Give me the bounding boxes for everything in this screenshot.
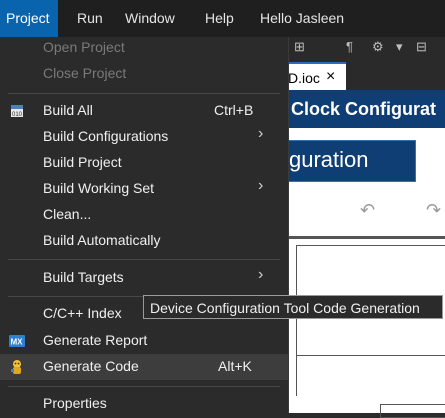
configuration-banner-text: guration — [289, 147, 369, 172]
menu-separator — [8, 386, 280, 387]
menu-separator — [8, 93, 280, 94]
menu-item-label: Properties — [43, 395, 107, 411]
tab-label: D.ioc — [288, 70, 320, 86]
undo-icon[interactable]: ↶ — [360, 200, 375, 221]
menu-item-build-working-set[interactable]: Build Working Set › — [0, 176, 288, 202]
diagram-connector — [296, 355, 445, 356]
svg-text:MX: MX — [11, 338, 24, 347]
editor-toolbar: ⊞ ¶ ⚙ ▾ ⊟ — [288, 34, 445, 58]
menu-item-label: Build Working Set — [43, 180, 155, 196]
menu-item-label: Open Project — [43, 39, 125, 55]
mx-report-icon: MX — [9, 333, 25, 349]
tooltip: Device Configuration Tool Code Generatio… — [143, 295, 443, 319]
menu-window[interactable]: Window — [125, 0, 175, 37]
diagram-block-lower — [380, 404, 445, 418]
redo-icon[interactable]: ↷ — [426, 200, 441, 221]
menu-run[interactable]: Run — [77, 0, 103, 37]
close-icon[interactable]: × — [326, 68, 335, 86]
menu-item-shortcut: Alt+K — [218, 358, 252, 374]
menu-item-close-project[interactable]: Close Project — [0, 61, 288, 87]
toolbar-grid-icon[interactable]: ⊞ — [294, 39, 305, 55]
undo-redo-row: ↶ ↷ — [288, 192, 445, 232]
menu-item-label: Close Project — [43, 65, 127, 81]
clock-configuration-title: Clock Configurat — [291, 99, 437, 119]
toolbar-gear-icon[interactable]: ⚙ — [372, 39, 384, 55]
menu-item-label: Build Configurations — [43, 128, 169, 144]
clock-configuration-header: Clock Configurat — [288, 90, 445, 128]
menu-item-label: Build All — [43, 102, 93, 118]
svg-text:010: 010 — [12, 112, 23, 118]
canvas-divider — [288, 236, 445, 239]
build-all-icon: 010 — [9, 103, 25, 119]
menu-item-build-targets[interactable]: Build Targets › — [0, 265, 288, 291]
menu-item-label: Generate Code — [43, 358, 139, 374]
menu-item-build-all[interactable]: 010 Build All Ctrl+B — [0, 98, 288, 124]
menu-item-clean[interactable]: Clean... — [0, 202, 288, 228]
configuration-banner: guration — [288, 140, 416, 182]
menu-project[interactable]: Project — [0, 0, 58, 37]
chevron-right-icon: › — [258, 125, 264, 142]
menu-separator — [8, 259, 280, 260]
toolbar-pilcrow-icon[interactable]: ¶ — [346, 39, 353, 54]
generate-code-icon — [9, 359, 25, 375]
user-greeting: Hello Jasleen — [260, 10, 345, 26]
menu-item-label: Build Project — [43, 154, 122, 170]
diagram-block — [296, 245, 445, 396]
menubar: Project Run Window Help Hello Jasleen — [0, 0, 445, 37]
menu-item-label: Build Targets — [43, 269, 124, 285]
project-menu-dropdown: Open Project Close Project 010 Build All… — [0, 37, 289, 413]
menu-item-label: Build Automatically — [43, 232, 161, 248]
chevron-right-icon: › — [258, 177, 264, 194]
menu-item-build-configurations[interactable]: Build Configurations › — [0, 124, 288, 150]
menu-item-label: C/C++ Index — [43, 305, 122, 321]
toolbar-dropdown-icon[interactable]: ▾ — [396, 39, 403, 55]
menu-help[interactable]: Help — [205, 0, 234, 37]
menu-item-label: Generate Report — [43, 332, 148, 348]
menu-item-generate-report[interactable]: MX Generate Report — [0, 328, 288, 354]
menu-item-open-project[interactable]: Open Project — [0, 35, 288, 61]
toolbar-panel-icon[interactable]: ⊟ — [416, 39, 427, 55]
menu-item-generate-code[interactable]: Generate Code Alt+K — [0, 354, 288, 380]
menu-item-label: Clean... — [43, 206, 92, 222]
menu-item-shortcut: Ctrl+B — [214, 102, 254, 118]
chevron-right-icon: › — [258, 266, 264, 283]
menu-item-build-project[interactable]: Build Project — [0, 150, 288, 176]
menu-item-build-automatically[interactable]: Build Automatically — [0, 228, 288, 254]
menu-item-properties[interactable]: Properties — [0, 391, 288, 417]
